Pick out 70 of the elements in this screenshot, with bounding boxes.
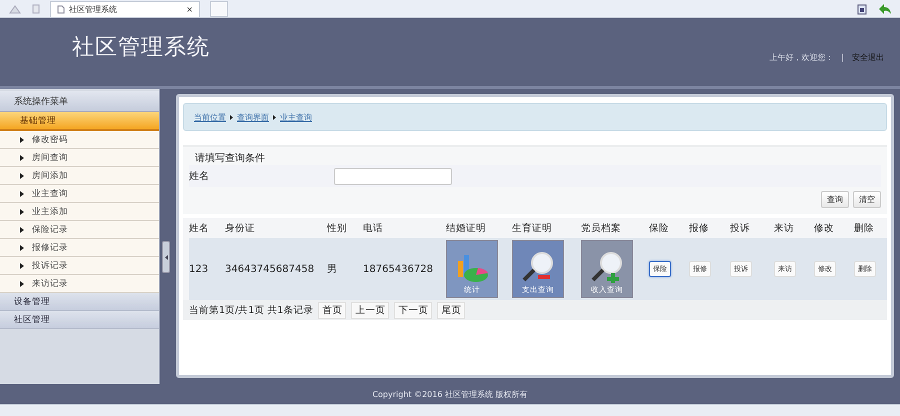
page-icon[interactable] [32,4,40,14]
pager-button[interactable]: 首页 [318,302,346,318]
breadcrumb-link[interactable]: 当前位置 [194,112,226,122]
column-header: 修改 [814,222,835,236]
pager-button[interactable]: 下一页 [394,302,432,318]
column-header: 结婚证明 [446,222,487,236]
menu-item[interactable]: 业主添加 [32,206,68,218]
menu-group[interactable]: 社区管理 [0,311,159,329]
separator-text: | [841,52,844,62]
magnifier-minus-icon [522,252,553,282]
chart-icon [458,255,488,282]
table-cell: 18765436728 [363,264,433,274]
pager-button[interactable]: 上一页 [351,302,390,318]
column-header: 电话 [363,222,384,236]
column-header: 身份证 [225,222,256,236]
name-input-field[interactable] [334,168,452,184]
bullet-arrow-icon [20,226,24,232]
column-header: 投诉 [730,222,751,236]
field-label: 姓名 [189,170,210,183]
pager-button[interactable]: 尾页 [437,302,466,318]
column-header: 性别 [327,222,348,236]
breadcrumb-arrow-icon [230,114,233,120]
breadcrumb-link[interactable]: 查询界面 [237,112,269,122]
greeting-text: 上午好，欢迎您： [769,52,834,62]
bullet-arrow-icon [20,244,24,250]
column-header: 姓名 [189,222,210,236]
column-header: 报修 [689,222,710,236]
collapse-handle[interactable] [162,241,170,273]
bullet-arrow-icon [20,280,24,286]
column-header: 保险 [649,222,670,236]
menu-item[interactable]: 业主查询 [32,188,68,200]
menu-item[interactable]: 修改密码 [32,134,68,146]
menu-item[interactable]: 保险记录 [32,224,68,236]
tab-title: 社区管理系统 [69,4,118,14]
bullet-arrow-icon [20,136,24,142]
bullet-arrow-icon [20,208,24,214]
close-tab-button[interactable]: × [186,4,193,14]
query-button[interactable]: 清空 [853,191,881,208]
query-heading: 请填写查询条件 [194,152,266,165]
menu-item[interactable]: 房间添加 [32,170,68,182]
column-header: 党员档案 [581,222,622,236]
back-arrow-icon[interactable] [878,2,892,14]
breadcrumb-arrow-icon [273,114,276,120]
query-button[interactable]: 查询 [821,191,849,208]
column-header: 删除 [854,222,875,236]
document-icon [57,4,65,14]
menu-item[interactable]: 投诉记录 [32,260,68,272]
column-header: 生育证明 [512,222,553,236]
collapse-arrow-icon [164,254,168,260]
menu-item[interactable]: 来访记录 [32,278,68,290]
table-cell-text: 男 [327,263,337,276]
bullet-arrow-icon [20,154,24,160]
magnifier-plus-icon [592,252,622,283]
menu-group[interactable]: 设备管理 [0,293,159,311]
bullet-arrow-icon [20,172,24,178]
breadcrumb-link[interactable]: 业主查询 [280,112,312,122]
bullet-arrow-icon [20,262,24,268]
column-header: 来访 [774,222,795,236]
browser-tab[interactable]: 社区管理系统 × [50,0,200,16]
system-title: 社区管理系统 [72,34,210,62]
page-status: 当前第1页/共1页 共1条记录 [189,304,314,316]
table-cell: 34643745687458 [225,264,314,274]
menu-group[interactable]: 基础管理 [0,112,159,131]
new-tab-button[interactable] [210,0,228,16]
menu-header: 系统操作菜单 [0,91,159,112]
table-cell: 123 [189,264,208,274]
copyright-text: Copyright ©2016 社区管理系统 版权所有 [372,388,528,400]
bullet-arrow-icon [20,190,24,196]
menu-item[interactable]: 房间查询 [32,152,68,164]
menu-item[interactable]: 报修记录 [32,242,68,254]
